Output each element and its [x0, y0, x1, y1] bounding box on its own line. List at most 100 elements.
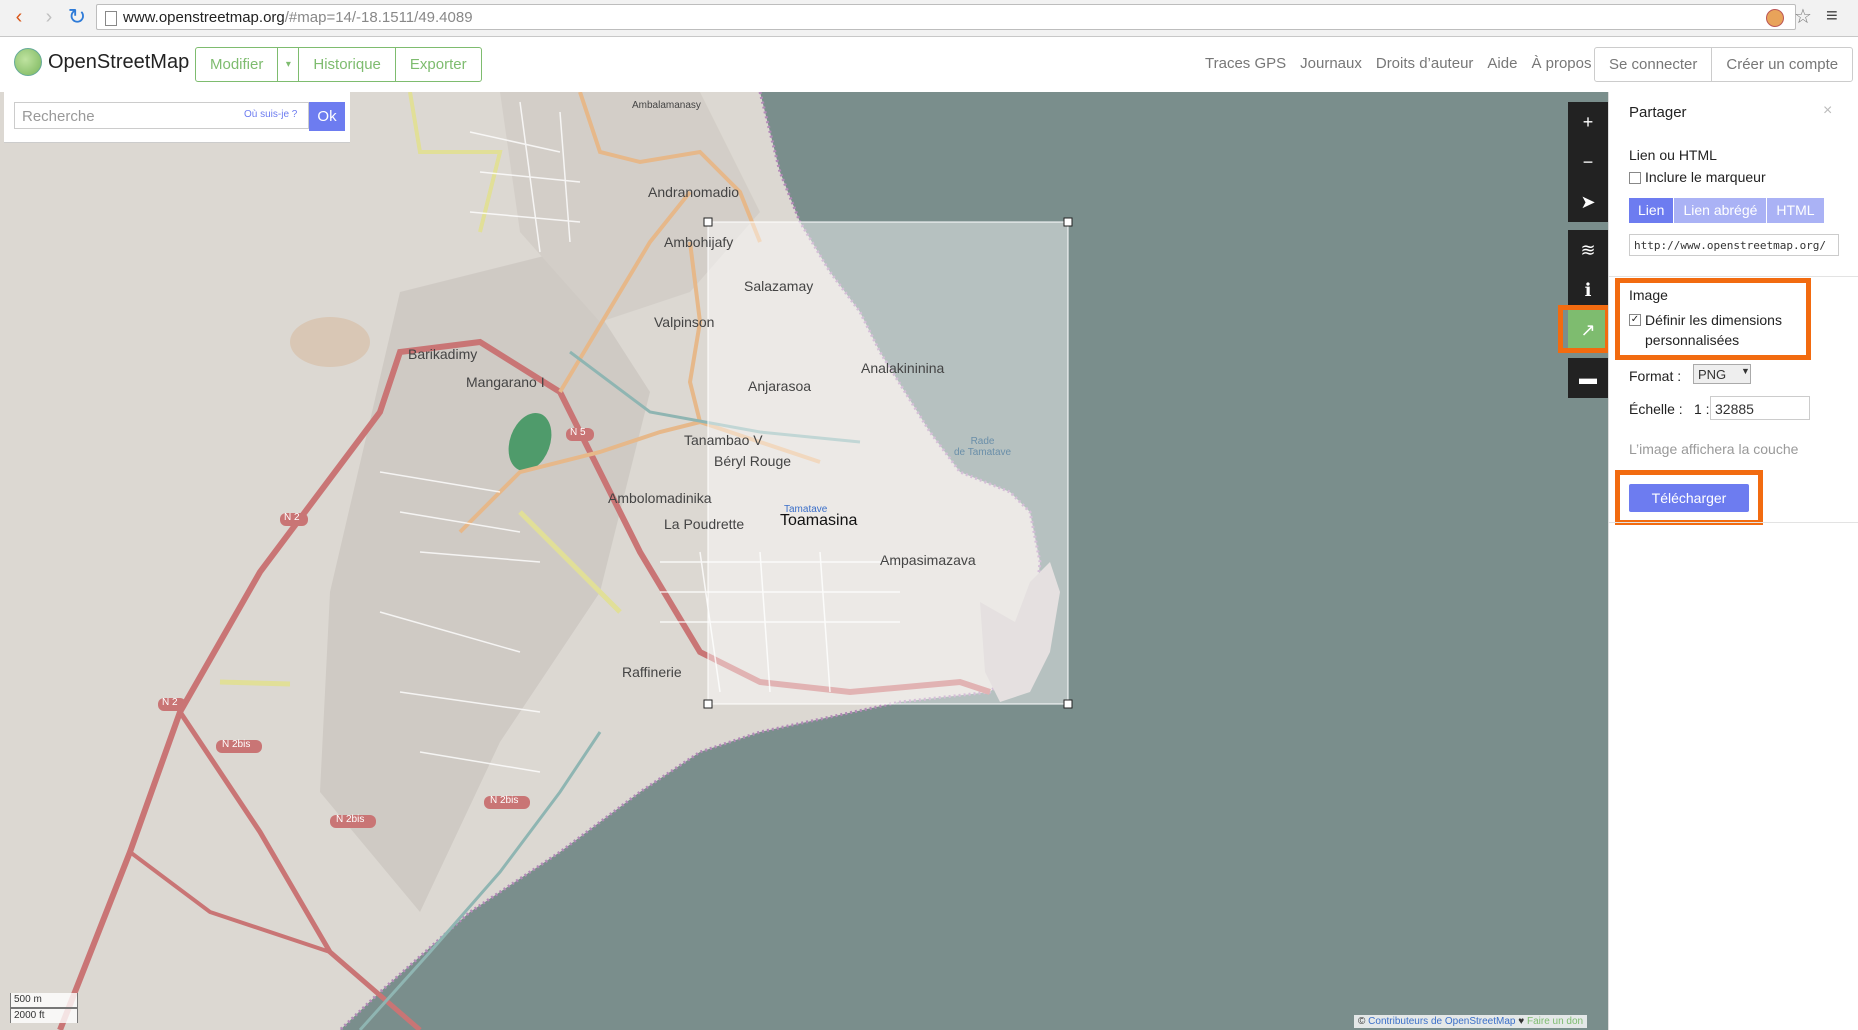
- close-icon[interactable]: ×: [1823, 102, 1832, 120]
- nav-link-about[interactable]: À propos: [1531, 55, 1591, 72]
- page-icon: [105, 11, 117, 26]
- label-n2bis-2: N 2bis: [336, 814, 365, 825]
- search-ok-button[interactable]: Ok: [309, 102, 345, 131]
- scale-input[interactable]: 32885: [1710, 396, 1810, 420]
- export-button[interactable]: Exporter: [396, 48, 481, 81]
- include-marker-checkbox[interactable]: [1629, 172, 1641, 184]
- label-la-poudrette: La Poudrette: [664, 516, 745, 532]
- search-panel: Recherche Où suis-je ? Ok: [4, 92, 350, 143]
- back-icon[interactable]: ‹: [8, 6, 30, 28]
- label-n2bis-3: N 2bis: [490, 795, 519, 806]
- nav-link-help[interactable]: Aide: [1487, 55, 1517, 72]
- label-ampasimazava: Ampasimazava: [880, 552, 976, 568]
- urban-area: [320, 252, 650, 912]
- chevron-down-icon[interactable]: ▼: [1741, 366, 1750, 376]
- extension-icon[interactable]: [1766, 9, 1784, 27]
- map-attribution: © Contributeurs de OpenStreetMap ♥ Faire…: [1354, 1015, 1588, 1028]
- site-logo-text[interactable]: OpenStreetMap: [48, 51, 189, 74]
- download-highlight-box: [1615, 470, 1763, 525]
- forward-icon[interactable]: ›: [38, 6, 60, 28]
- label-andranomadio: Andranomadio: [648, 184, 740, 200]
- tab-link[interactable]: Lien: [1629, 198, 1675, 223]
- landuse-patch: [290, 317, 370, 367]
- sidebar-divider: [1609, 276, 1858, 277]
- donate-link[interactable]: Faire un don: [1527, 1016, 1583, 1027]
- map-canvas[interactable]: Ambalamanasy Andranomadio Ambohijafy Sal…: [0, 92, 1608, 1030]
- sidebar-title: Partager: [1629, 104, 1687, 121]
- bookmark-star-icon[interactable]: ☆: [1794, 4, 1812, 29]
- scale-metric: 500 m: [10, 993, 78, 1008]
- nav-link-copyright[interactable]: Droits d’auteur: [1376, 55, 1474, 72]
- tab-short-link[interactable]: Lien abrégé: [1674, 198, 1768, 223]
- address-bar[interactable]: www.openstreetmap.org/#map=14/-18.1511/4…: [96, 4, 1796, 30]
- edit-button[interactable]: Modifier: [196, 48, 279, 81]
- attribution-link[interactable]: Contributeurs de OpenStreetMap: [1368, 1016, 1515, 1027]
- map-controls: + − ➤ ≋ ℹ ↗ ▬: [1568, 102, 1608, 398]
- label-n2-a: N 2: [284, 512, 300, 523]
- label-n5: N 5: [570, 427, 586, 438]
- image-note: L’image affichera la couche standard en …: [1629, 441, 1799, 457]
- zoom-out-icon[interactable]: −: [1568, 142, 1608, 182]
- label-beryl-rouge: Béryl Rouge: [714, 453, 792, 469]
- share-highlight-box: [1558, 305, 1610, 353]
- nav-link-gps-traces[interactable]: Traces GPS: [1205, 55, 1286, 72]
- site-header: OpenStreetMap Modifier ▾ Historique Expo…: [0, 37, 1858, 93]
- label-barikadimy: Barikadimy: [408, 346, 478, 362]
- link-heading: Lien ou HTML: [1629, 147, 1717, 163]
- selection-handle-sw[interactable]: [703, 699, 713, 709]
- heart-icon: ♥: [1518, 1016, 1525, 1027]
- reload-icon[interactable]: ↻: [66, 6, 88, 28]
- label-rade-line1: Rade: [970, 436, 995, 447]
- label-ambalamanasy: Ambalamanasy: [632, 100, 701, 111]
- label-anjarasoa: Anjarasoa: [748, 378, 812, 394]
- osm-logo-icon[interactable]: [14, 48, 42, 76]
- map-drawing: [57, 92, 1608, 1030]
- label-rade-line2: de Tamatave: [954, 447, 1012, 458]
- scale-imperial: 2000 ft: [10, 1008, 78, 1023]
- scale-bar: 500 m 2000 ft: [10, 993, 78, 1023]
- browser-toolbar: ‹ › ↻ www.openstreetmap.org/#map=14/-18.…: [0, 0, 1858, 37]
- selection-handle-nw[interactable]: [703, 217, 713, 227]
- user-button-group: Se connecter Créer un compte: [1594, 47, 1854, 82]
- where-am-i-link[interactable]: Où suis-je ?: [244, 109, 297, 120]
- selection-handle-ne[interactable]: [1063, 217, 1073, 227]
- sidebar-divider-bottom: [1609, 522, 1858, 523]
- share-url-field[interactable]: http://www.openstreetmap.org/: [1629, 234, 1839, 256]
- label-salazamay: Salazamay: [744, 278, 814, 294]
- label-tanambao: Tanambao V: [684, 432, 763, 448]
- label-rade-de-tamatave: Rade de Tamatave: [954, 436, 1011, 458]
- image-highlight-box: [1615, 278, 1811, 360]
- edit-button-group: Modifier ▾ Historique Exporter: [195, 47, 482, 82]
- edit-dropdown-icon[interactable]: ▾: [278, 48, 300, 81]
- top-nav: Traces GPS Journaux Droits d’auteur Aide…: [1205, 55, 1591, 72]
- include-marker-label[interactable]: Inclure le marqueur: [1645, 169, 1766, 185]
- browser-menu-icon[interactable]: ≡: [1826, 5, 1838, 28]
- selection-handle-se[interactable]: [1063, 699, 1073, 709]
- signup-button[interactable]: Créer un compte: [1712, 48, 1852, 81]
- label-n2bis-1: N 2bis: [222, 739, 251, 750]
- zoom-in-icon[interactable]: +: [1568, 102, 1608, 142]
- login-button[interactable]: Se connecter: [1595, 48, 1713, 81]
- note-icon[interactable]: ▬: [1568, 358, 1608, 398]
- share-sidebar: Partager × Lien ou HTML Inclure le marqu…: [1608, 92, 1858, 1030]
- label-valpinson: Valpinson: [654, 314, 715, 330]
- scale-label: Échelle :: [1629, 401, 1683, 417]
- url-host: www.openstreetmap.org: [123, 9, 285, 26]
- info-icon[interactable]: ℹ: [1568, 270, 1608, 310]
- label-ambolomadinika: Ambolomadinika: [608, 490, 712, 506]
- nav-link-diaries[interactable]: Journaux: [1300, 55, 1362, 72]
- layers-icon[interactable]: ≋: [1568, 230, 1608, 270]
- link-tabs: Lien Lien abrégé HTML: [1629, 198, 1825, 223]
- label-ambohijafy: Ambohijafy: [664, 234, 734, 250]
- road-tertiary-1: [408, 92, 503, 233]
- label-n2-b: N 2: [162, 697, 178, 708]
- history-button[interactable]: Historique: [299, 48, 396, 81]
- attribution-prefix: ©: [1358, 1016, 1366, 1027]
- format-label: Format :: [1629, 368, 1682, 384]
- tab-html[interactable]: HTML: [1767, 198, 1825, 223]
- url-path: /#map=14/-18.1511/49.4089: [284, 9, 473, 26]
- label-toamasina: Toamasina: [780, 512, 858, 529]
- label-mangarano: Mangarano I: [466, 374, 545, 390]
- road-tertiary-3: [219, 679, 291, 687]
- locate-icon[interactable]: ➤: [1568, 182, 1608, 222]
